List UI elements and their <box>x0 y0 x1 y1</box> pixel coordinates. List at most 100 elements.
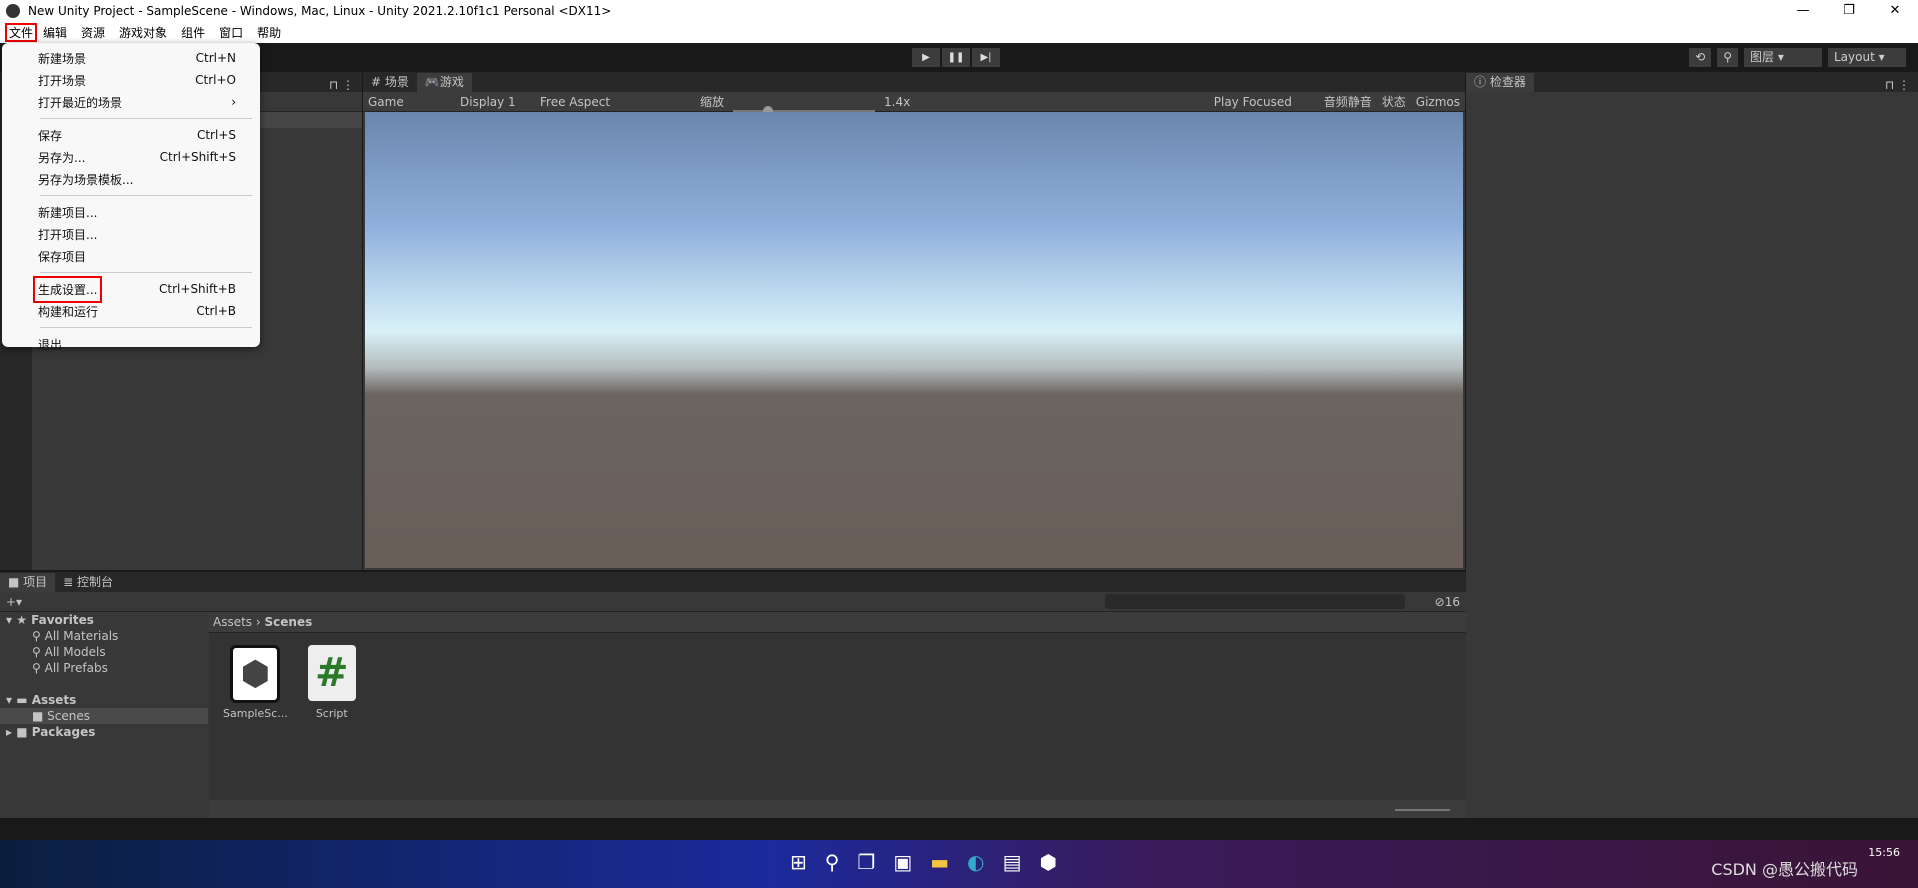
file-menu-item[interactable]: 退出 <box>2 333 260 355</box>
file-menu-item[interactable]: 另存为... Ctrl+Shift+S <box>2 146 260 168</box>
menu-assets[interactable]: 资源 <box>74 24 112 41</box>
clock[interactable]: 15:56 <box>1868 846 1900 859</box>
layout-dropdown[interactable]: Layout ▾ <box>1828 48 1906 67</box>
breadcrumb-scenes[interactable]: Scenes <box>265 615 313 629</box>
tree-favorites[interactable]: ▾ ★ Favorites <box>0 612 208 628</box>
tab-inspector[interactable]: ⓘ 检查器 <box>1466 73 1534 92</box>
watermark: CSDN @愚公搬代码 <box>1711 860 1858 879</box>
widgets-icon[interactable]: ▣ <box>893 850 912 874</box>
menu-gameobject[interactable]: 游戏对象 <box>112 24 174 41</box>
step-button[interactable]: ▶| <box>972 48 1000 67</box>
play-button[interactable]: ▶ <box>912 48 940 67</box>
scale-label: 缩放 <box>700 95 725 109</box>
tab-game[interactable]: 🎮游戏 <box>416 73 472 92</box>
folder-icon: ■ <box>8 575 24 589</box>
search-icon[interactable]: ⚲ <box>825 850 840 874</box>
tab-game-label: 游戏 <box>439 75 464 89</box>
mute-audio-button[interactable]: 音频静音 <box>1319 93 1377 110</box>
menu-component[interactable]: 组件 <box>174 24 212 41</box>
file-item-scene[interactable]: ⬢ SampleSc... <box>223 645 288 720</box>
file-menu-item[interactable]: 保存项目 <box>2 245 260 267</box>
menu-separator <box>40 118 252 119</box>
menu-item-label: 打开最近的场景 <box>38 95 123 110</box>
unity-scene-icon: ⬢ <box>230 645 281 703</box>
file-menu-item[interactable]: 打开项目... <box>2 223 260 245</box>
tree-scenes[interactable]: ■ Scenes <box>0 708 208 724</box>
start-icon[interactable]: ⊞ <box>790 850 807 874</box>
menu-separator <box>40 327 252 328</box>
close-button[interactable]: ✕ <box>1872 0 1918 22</box>
scale-value: 1.4x <box>884 94 911 109</box>
title-bar: New Unity Project - SampleScene - Window… <box>0 0 1918 22</box>
menu-item-label: 另存为... <box>38 150 86 165</box>
icon-size-slider[interactable] <box>1395 809 1450 811</box>
file-menu-item[interactable]: 保存 Ctrl+S <box>2 124 260 146</box>
edge-icon[interactable]: ◐ <box>967 850 984 874</box>
file-menu-item[interactable]: 打开最近的场景 › <box>2 91 260 113</box>
aspect-dropdown[interactable]: Free Aspect <box>535 95 695 109</box>
maximize-button[interactable]: ❐ <box>1826 0 1872 22</box>
game-mode-dropdown[interactable]: Game <box>363 95 455 109</box>
store-icon[interactable]: ▤ <box>1003 850 1022 874</box>
menu-item-label: 构建和运行 <box>38 304 99 319</box>
menu-item-label: 打开项目... <box>38 227 98 242</box>
window-title: New Unity Project - SampleScene - Window… <box>28 4 612 18</box>
inspector-panel: ⓘ 检查器 ⊓ ⋮ <box>1466 72 1918 818</box>
menu-item-shortcut: › <box>231 95 236 109</box>
minimize-button[interactable]: — <box>1780 0 1826 22</box>
play-focused-dropdown[interactable]: Play Focused <box>1209 95 1319 109</box>
console-icon: ≣ <box>63 575 78 589</box>
tree-packages[interactable]: ▸ ■ Packages <box>0 724 208 740</box>
unity-logo-icon <box>6 4 20 18</box>
tree-item[interactable]: ⚲ All Prefabs <box>0 660 208 676</box>
taskbar: ⊞ ⚲ ❐ ▣ ▬ ◐ ▤ ⬢ CSDN @愚公搬代码 15:56 <box>0 840 1918 888</box>
explorer-icon[interactable]: ▬ <box>930 850 949 874</box>
layers-dropdown[interactable]: 图层 ▾ <box>1744 48 1822 67</box>
file-menu-item[interactable]: 打开场景 Ctrl+O <box>2 69 260 91</box>
add-button[interactable]: +▾ <box>6 595 22 609</box>
hidden-count[interactable]: ⊘16 <box>1435 595 1460 609</box>
menu-item-label: 退出 <box>38 337 63 352</box>
lock-icon[interactable]: ⊓ ⋮ <box>329 78 354 92</box>
main-toolbar: ▶ ❚❚ ▶| ⟲ ⚲ 图层 ▾ Layout ▾ <box>0 43 1918 72</box>
menu-edit[interactable]: 编辑 <box>36 24 74 41</box>
file-menu-item[interactable]: 生成设置... Ctrl+Shift+B <box>2 275 260 303</box>
menu-window[interactable]: 窗口 <box>212 24 250 41</box>
menu-help[interactable]: 帮助 <box>250 24 288 41</box>
tree-assets[interactable]: ▾ ▬ Assets <box>0 692 208 708</box>
search-button[interactable]: ⚲ <box>1717 48 1738 67</box>
stats-button[interactable]: 状态 <box>1377 93 1411 110</box>
file-menu-item[interactable]: 构建和运行 Ctrl+B <box>2 300 260 322</box>
game-view[interactable] <box>365 112 1463 568</box>
unity-hub-icon[interactable]: ⬢ <box>1040 850 1057 874</box>
menu-item-label: 保存 <box>38 128 63 143</box>
file-item-script[interactable]: # Script <box>307 645 356 720</box>
menu-file[interactable]: 文件 <box>4 23 38 42</box>
gizmos-button[interactable]: Gizmos <box>1411 95 1465 109</box>
project-search-input[interactable] <box>1104 594 1405 609</box>
lock-icon[interactable]: ⊓ ⋮ <box>1885 78 1918 92</box>
gamepad-icon: 🎮 <box>424 75 440 89</box>
file-menu-item[interactable]: 新建场景 Ctrl+N <box>2 47 260 69</box>
tab-scene-label: 场景 <box>384 75 409 89</box>
file-menu-item[interactable]: 另存为场景模板... <box>2 168 260 190</box>
tree-item[interactable]: ⚲ All Materials <box>0 628 208 644</box>
tab-console[interactable]: ≣ 控制台 <box>55 573 121 592</box>
menu-item-label: 打开场景 <box>38 73 87 88</box>
undo-history-button[interactable]: ⟲ <box>1689 48 1712 67</box>
taskview-icon[interactable]: ❐ <box>857 850 875 874</box>
project-tree: ▾ ★ Favorites ⚲ All Materials ⚲ All Mode… <box>0 612 208 820</box>
breadcrumb-assets[interactable]: Assets <box>213 615 252 629</box>
menu-item-shortcut: Ctrl+B <box>196 304 236 318</box>
tab-scene[interactable]: # 场景 <box>363 73 417 92</box>
menu-item-label: 生成设置... <box>32 275 103 303</box>
menu-item-shortcut: Ctrl+Shift+S <box>159 150 236 164</box>
tab-project-label: 项目 <box>23 575 48 589</box>
tab-inspector-label: 检查器 <box>1489 75 1526 89</box>
tab-project[interactable]: ■ 项目 <box>0 573 56 592</box>
display-dropdown[interactable]: Display 1 <box>455 95 535 109</box>
csharp-script-icon: # <box>307 645 356 701</box>
pause-button[interactable]: ❚❚ <box>942 48 970 67</box>
file-menu-item[interactable]: 新建项目... <box>2 201 260 223</box>
tree-item[interactable]: ⚲ All Models <box>0 644 208 660</box>
